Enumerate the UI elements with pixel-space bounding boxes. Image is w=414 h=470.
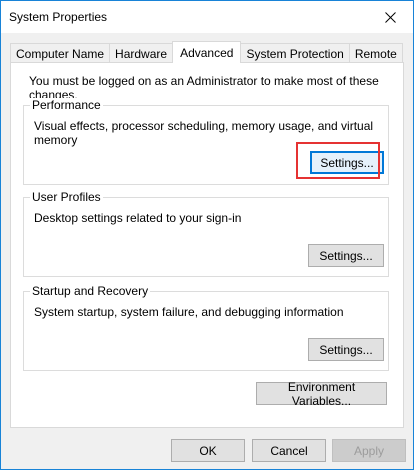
user-profiles-group: User Profiles Desktop settings related t… — [23, 190, 389, 277]
apply-button: Apply — [332, 439, 406, 462]
tab-hardware[interactable]: Hardware — [109, 43, 174, 63]
advanced-tab-panel: You must be logged on as an Administrato… — [10, 62, 404, 428]
user-profiles-settings-button[interactable]: Settings... — [308, 244, 384, 267]
cancel-button[interactable]: Cancel — [252, 439, 326, 462]
tab-computer-name[interactable]: Computer Name — [10, 43, 111, 63]
title-bar[interactable]: System Properties — [1, 1, 413, 33]
window-title: System Properties — [9, 10, 108, 24]
close-icon — [384, 11, 396, 23]
tab-remote[interactable]: Remote — [348, 43, 403, 63]
performance-description: Visual effects, processor scheduling, me… — [34, 119, 374, 147]
startup-recovery-group: Startup and Recovery System startup, sys… — [23, 284, 389, 371]
tab-advanced[interactable]: Advanced — [172, 41, 242, 63]
startup-recovery-settings-button[interactable]: Settings... — [308, 338, 384, 361]
tab-system-protection[interactable]: System Protection — [240, 43, 350, 63]
startup-recovery-description: System startup, system failure, and debu… — [34, 305, 344, 319]
environment-variables-button[interactable]: Environment Variables... — [256, 380, 387, 408]
system-properties-window: System Properties Computer Name Hardware… — [0, 0, 414, 470]
tab-strip: Computer Name Hardware Advanced System P… — [10, 41, 403, 63]
ok-button[interactable]: OK — [171, 439, 245, 462]
startup-recovery-label: Startup and Recovery — [30, 284, 151, 298]
performance-settings-button[interactable]: Settings... — [310, 151, 384, 174]
performance-label: Performance — [30, 98, 103, 112]
performance-group: Performance Visual effects, processor sc… — [23, 98, 389, 185]
user-profiles-description: Desktop settings related to your sign-in — [34, 211, 242, 225]
close-button[interactable] — [367, 1, 413, 33]
user-profiles-label: User Profiles — [30, 190, 103, 204]
